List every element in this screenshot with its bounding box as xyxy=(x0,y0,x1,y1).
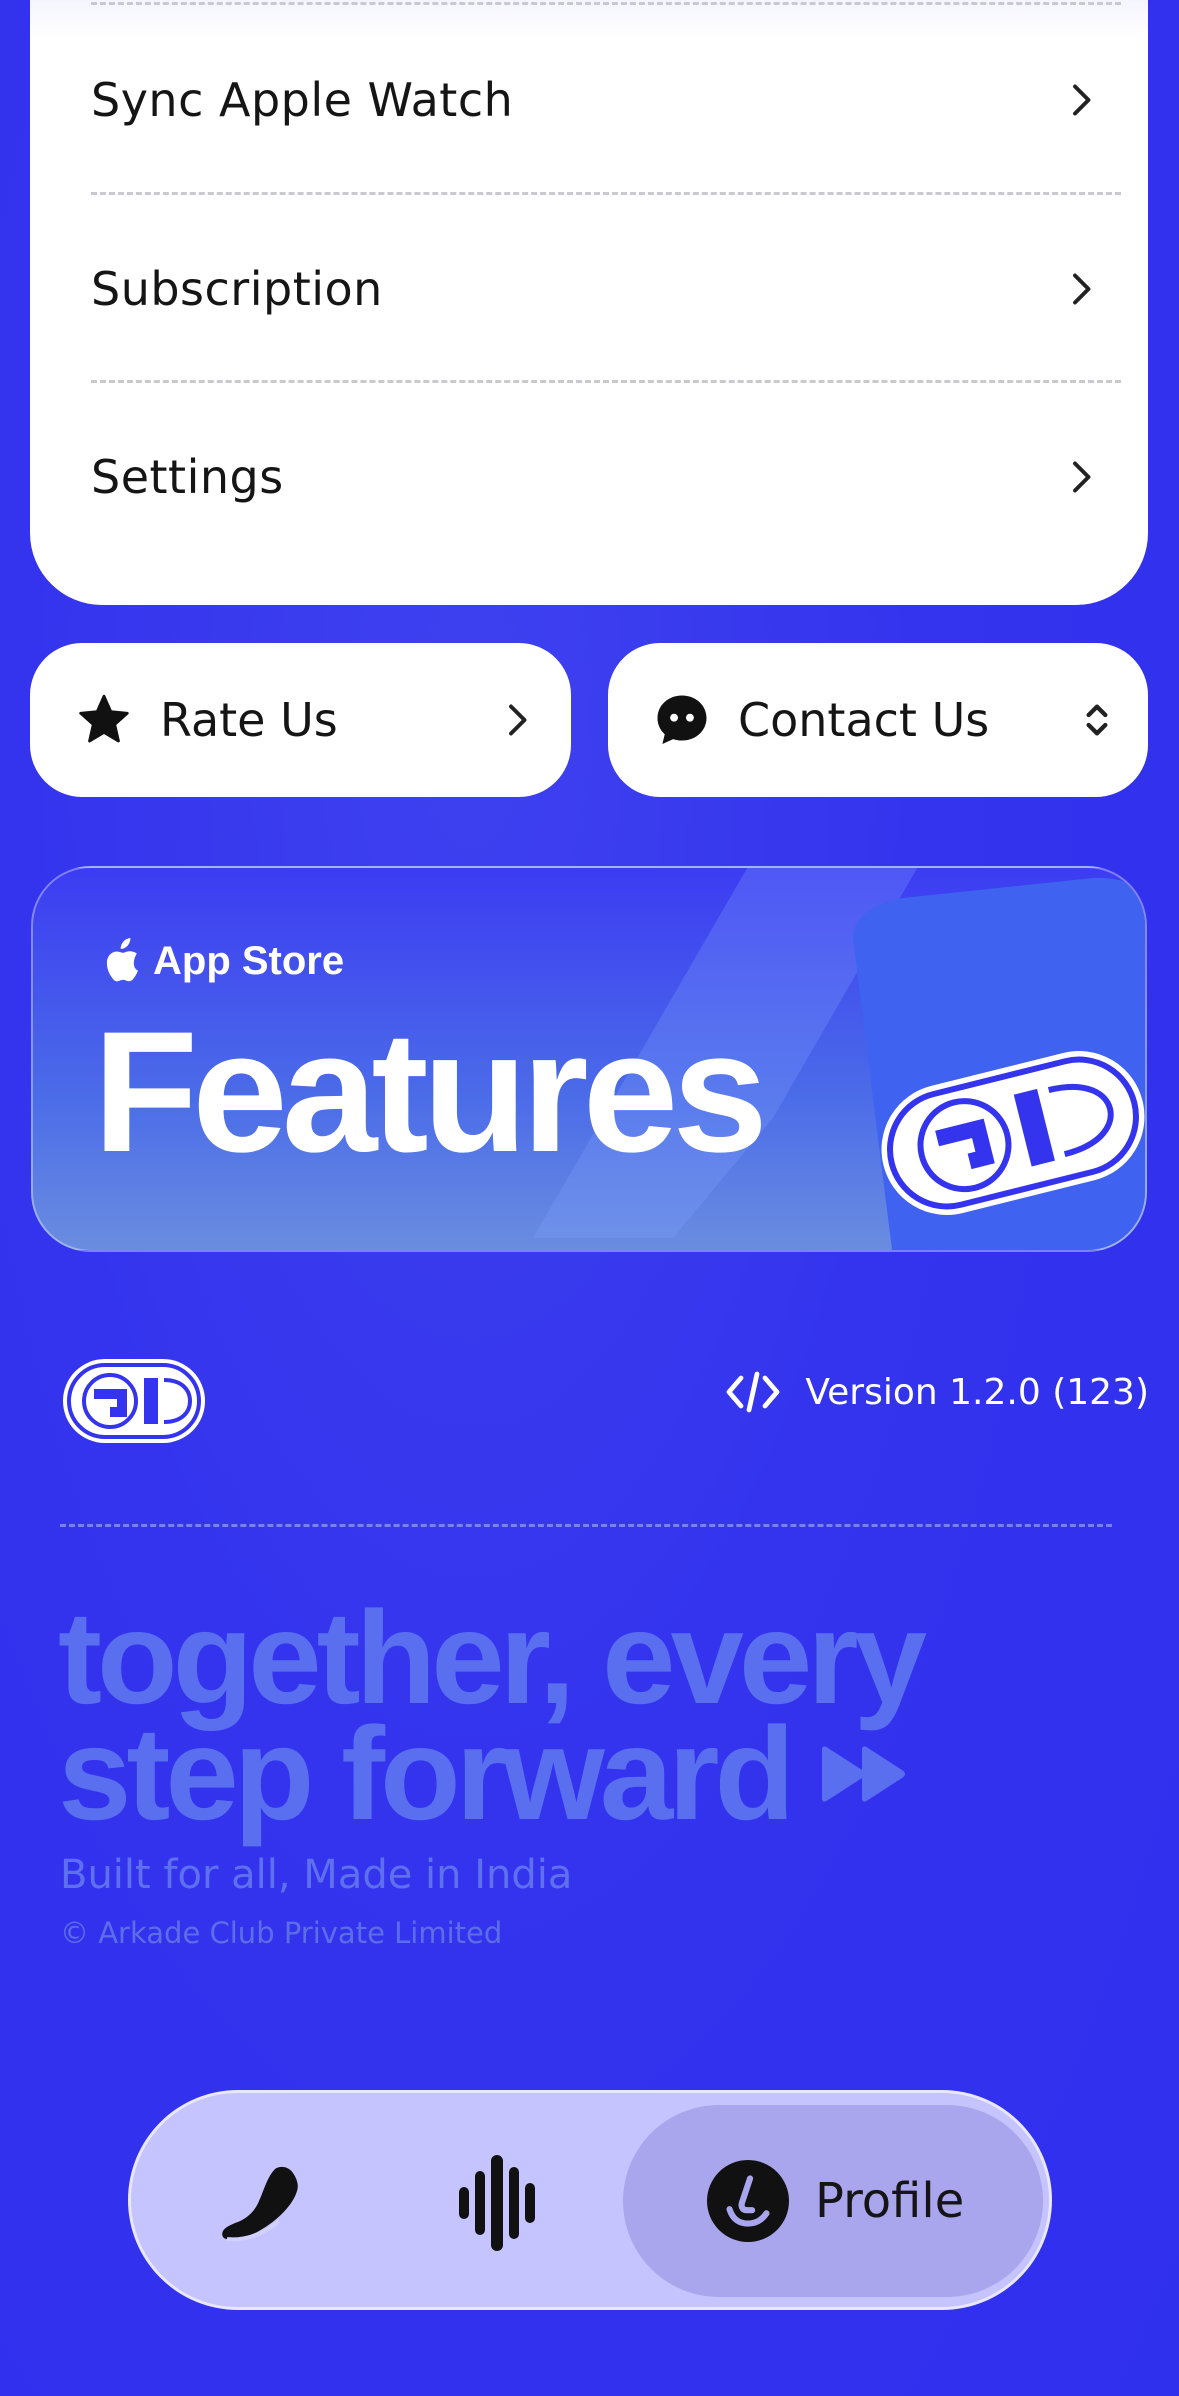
go-logo-icon xyxy=(881,1051,1145,1215)
menu-item-label: Sync Apple Watch xyxy=(91,73,514,127)
contact-us-button[interactable]: Contact Us xyxy=(608,643,1148,797)
menu-item-subscription[interactable]: Subscription xyxy=(91,195,1121,383)
chat-bubble-icon xyxy=(657,695,707,745)
rate-us-button[interactable]: Rate Us xyxy=(30,643,571,797)
tab-profile[interactable]: Profile xyxy=(623,2105,1043,2297)
profile-menu-card: Sync Apple Watch Subscription Settings xyxy=(30,0,1148,605)
app-store-badge: App Store xyxy=(103,938,344,984)
app-store-features-banner[interactable]: App Store Features xyxy=(31,866,1147,1252)
profile-icon xyxy=(707,2160,789,2242)
contact-us-label: Contact Us xyxy=(738,693,990,747)
star-icon xyxy=(79,694,129,743)
menu-item-label: Subscription xyxy=(91,262,383,316)
chevron-right-icon xyxy=(1073,84,1091,116)
chevron-up-down-icon xyxy=(1086,704,1108,736)
tagline: together, every step forward xyxy=(58,1584,927,1847)
go-logo-icon xyxy=(63,1359,205,1443)
soundwave-icon xyxy=(459,2155,535,2251)
tab-feed[interactable] xyxy=(451,2151,547,2255)
chevron-right-icon xyxy=(1073,273,1091,305)
bottom-tab-bar: Profile xyxy=(128,2090,1052,2310)
rate-us-label: Rate Us xyxy=(160,693,338,747)
tab-profile-label: Profile xyxy=(815,2173,965,2229)
tab-activity[interactable] xyxy=(215,2153,315,2253)
shoe-icon xyxy=(222,2166,298,2242)
apple-logo-icon xyxy=(106,938,138,982)
tagline-line-1: together, every xyxy=(58,1584,927,1731)
menu-item-settings[interactable]: Settings xyxy=(91,383,1121,571)
footer-divider xyxy=(60,1524,1112,1527)
version-label: Version 1.2.0 (123) xyxy=(805,1371,1149,1413)
menu-divider xyxy=(91,2,1121,5)
menu-item-label: Settings xyxy=(91,450,284,504)
built-in-india-text: Built for all, Made in India xyxy=(60,1852,573,1898)
code-icon xyxy=(726,1371,780,1413)
fast-forward-icon xyxy=(822,1746,906,1802)
menu-item-sync-apple-watch[interactable]: Sync Apple Watch xyxy=(91,6,1121,194)
features-title: Features xyxy=(93,996,768,1188)
chevron-right-icon xyxy=(509,704,527,736)
chevron-right-icon xyxy=(1073,461,1091,493)
app-store-label: App Store xyxy=(153,938,345,983)
tagline-line-2: step forward xyxy=(58,1700,795,1847)
app-version: Version 1.2.0 (123) xyxy=(725,1370,1149,1414)
copyright-text: © Arkade Club Private Limited xyxy=(60,1916,503,1950)
